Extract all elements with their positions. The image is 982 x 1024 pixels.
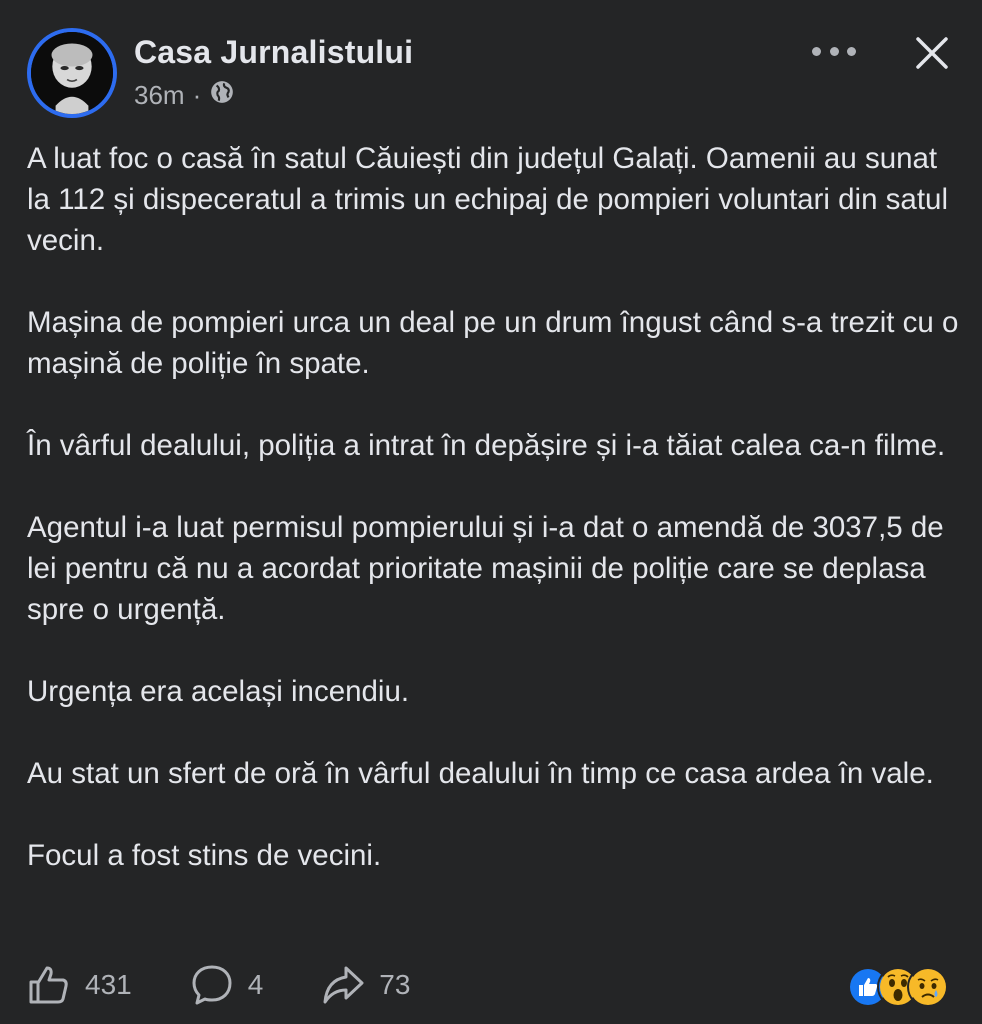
more-dots-icon[interactable]	[812, 36, 856, 66]
like-button[interactable]: 431	[27, 963, 132, 1007]
sad-reaction-icon	[907, 966, 949, 1008]
reaction-summary[interactable]	[847, 966, 949, 1008]
post-paragraph: În vârful dealului, poliția a intrat în …	[27, 429, 946, 462]
post-paragraph: Focul a fost stins de vecini.	[27, 839, 382, 872]
post-actions: 431 4 73	[27, 960, 468, 1010]
meta-separator: ·	[192, 79, 202, 110]
share-button[interactable]: 73	[321, 963, 410, 1007]
thumbs-up-icon	[29, 966, 68, 1004]
page-name[interactable]: Casa Jurnalistului	[134, 34, 413, 71]
like-count: 431	[85, 969, 132, 1000]
avatar-portrait-image	[31, 32, 113, 114]
comment-count: 4	[247, 969, 264, 1000]
post-paragraph: Mașina de pompieri urca un deal pe un dr…	[27, 306, 959, 380]
share-count: 73	[379, 969, 411, 1000]
post-paragraph: A luat foc o casă în satul Căuiești din …	[27, 142, 948, 257]
post-time[interactable]: 36m	[134, 80, 185, 111]
close-icon[interactable]	[913, 34, 951, 72]
share-arrow-icon	[323, 966, 364, 1004]
post-meta: 36m ·	[134, 80, 235, 110]
post-text: A luat foc o casă în satul Căuiești din …	[27, 138, 962, 917]
post-paragraph: Agentul i-a luat permisul pompierului și…	[27, 511, 944, 626]
comment-button[interactable]: 4	[190, 963, 264, 1007]
globe-icon	[209, 79, 235, 112]
post-paragraph: Au stat un sfert de oră în vârful dealul…	[27, 757, 934, 790]
avatar[interactable]	[27, 28, 117, 118]
comment-bubble-icon	[192, 965, 232, 1005]
post-paragraph: Urgența era același incendiu.	[27, 675, 410, 708]
